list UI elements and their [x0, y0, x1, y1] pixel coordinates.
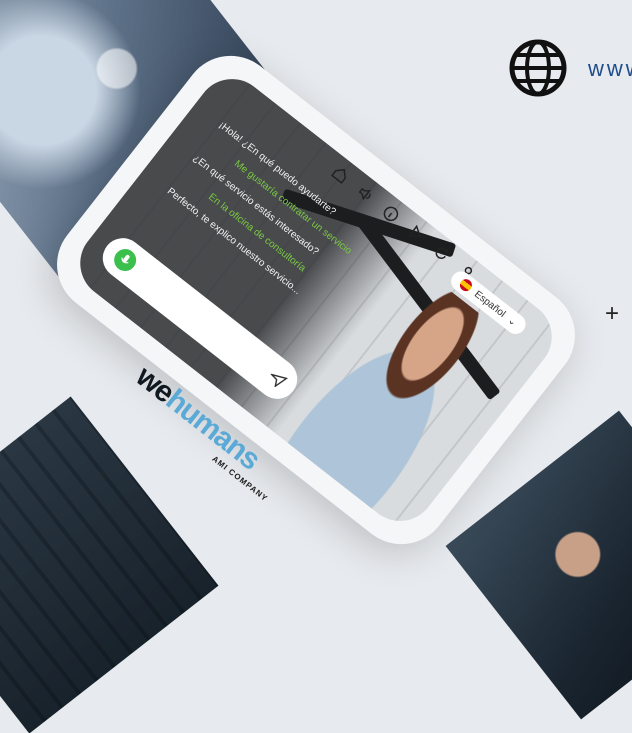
send-icon[interactable] — [266, 368, 289, 390]
globe-icon — [509, 39, 567, 97]
home-icon[interactable] — [329, 163, 351, 185]
mic-icon[interactable] — [109, 244, 141, 276]
volume-icon[interactable] — [354, 183, 376, 205]
spain-flag-icon — [457, 277, 475, 294]
website-url[interactable]: www — [588, 56, 632, 82]
close-icon[interactable]: + — [605, 300, 619, 328]
background-photo-bottom-left — [0, 396, 219, 733]
chevron-down-icon: ⌄ — [505, 314, 519, 329]
